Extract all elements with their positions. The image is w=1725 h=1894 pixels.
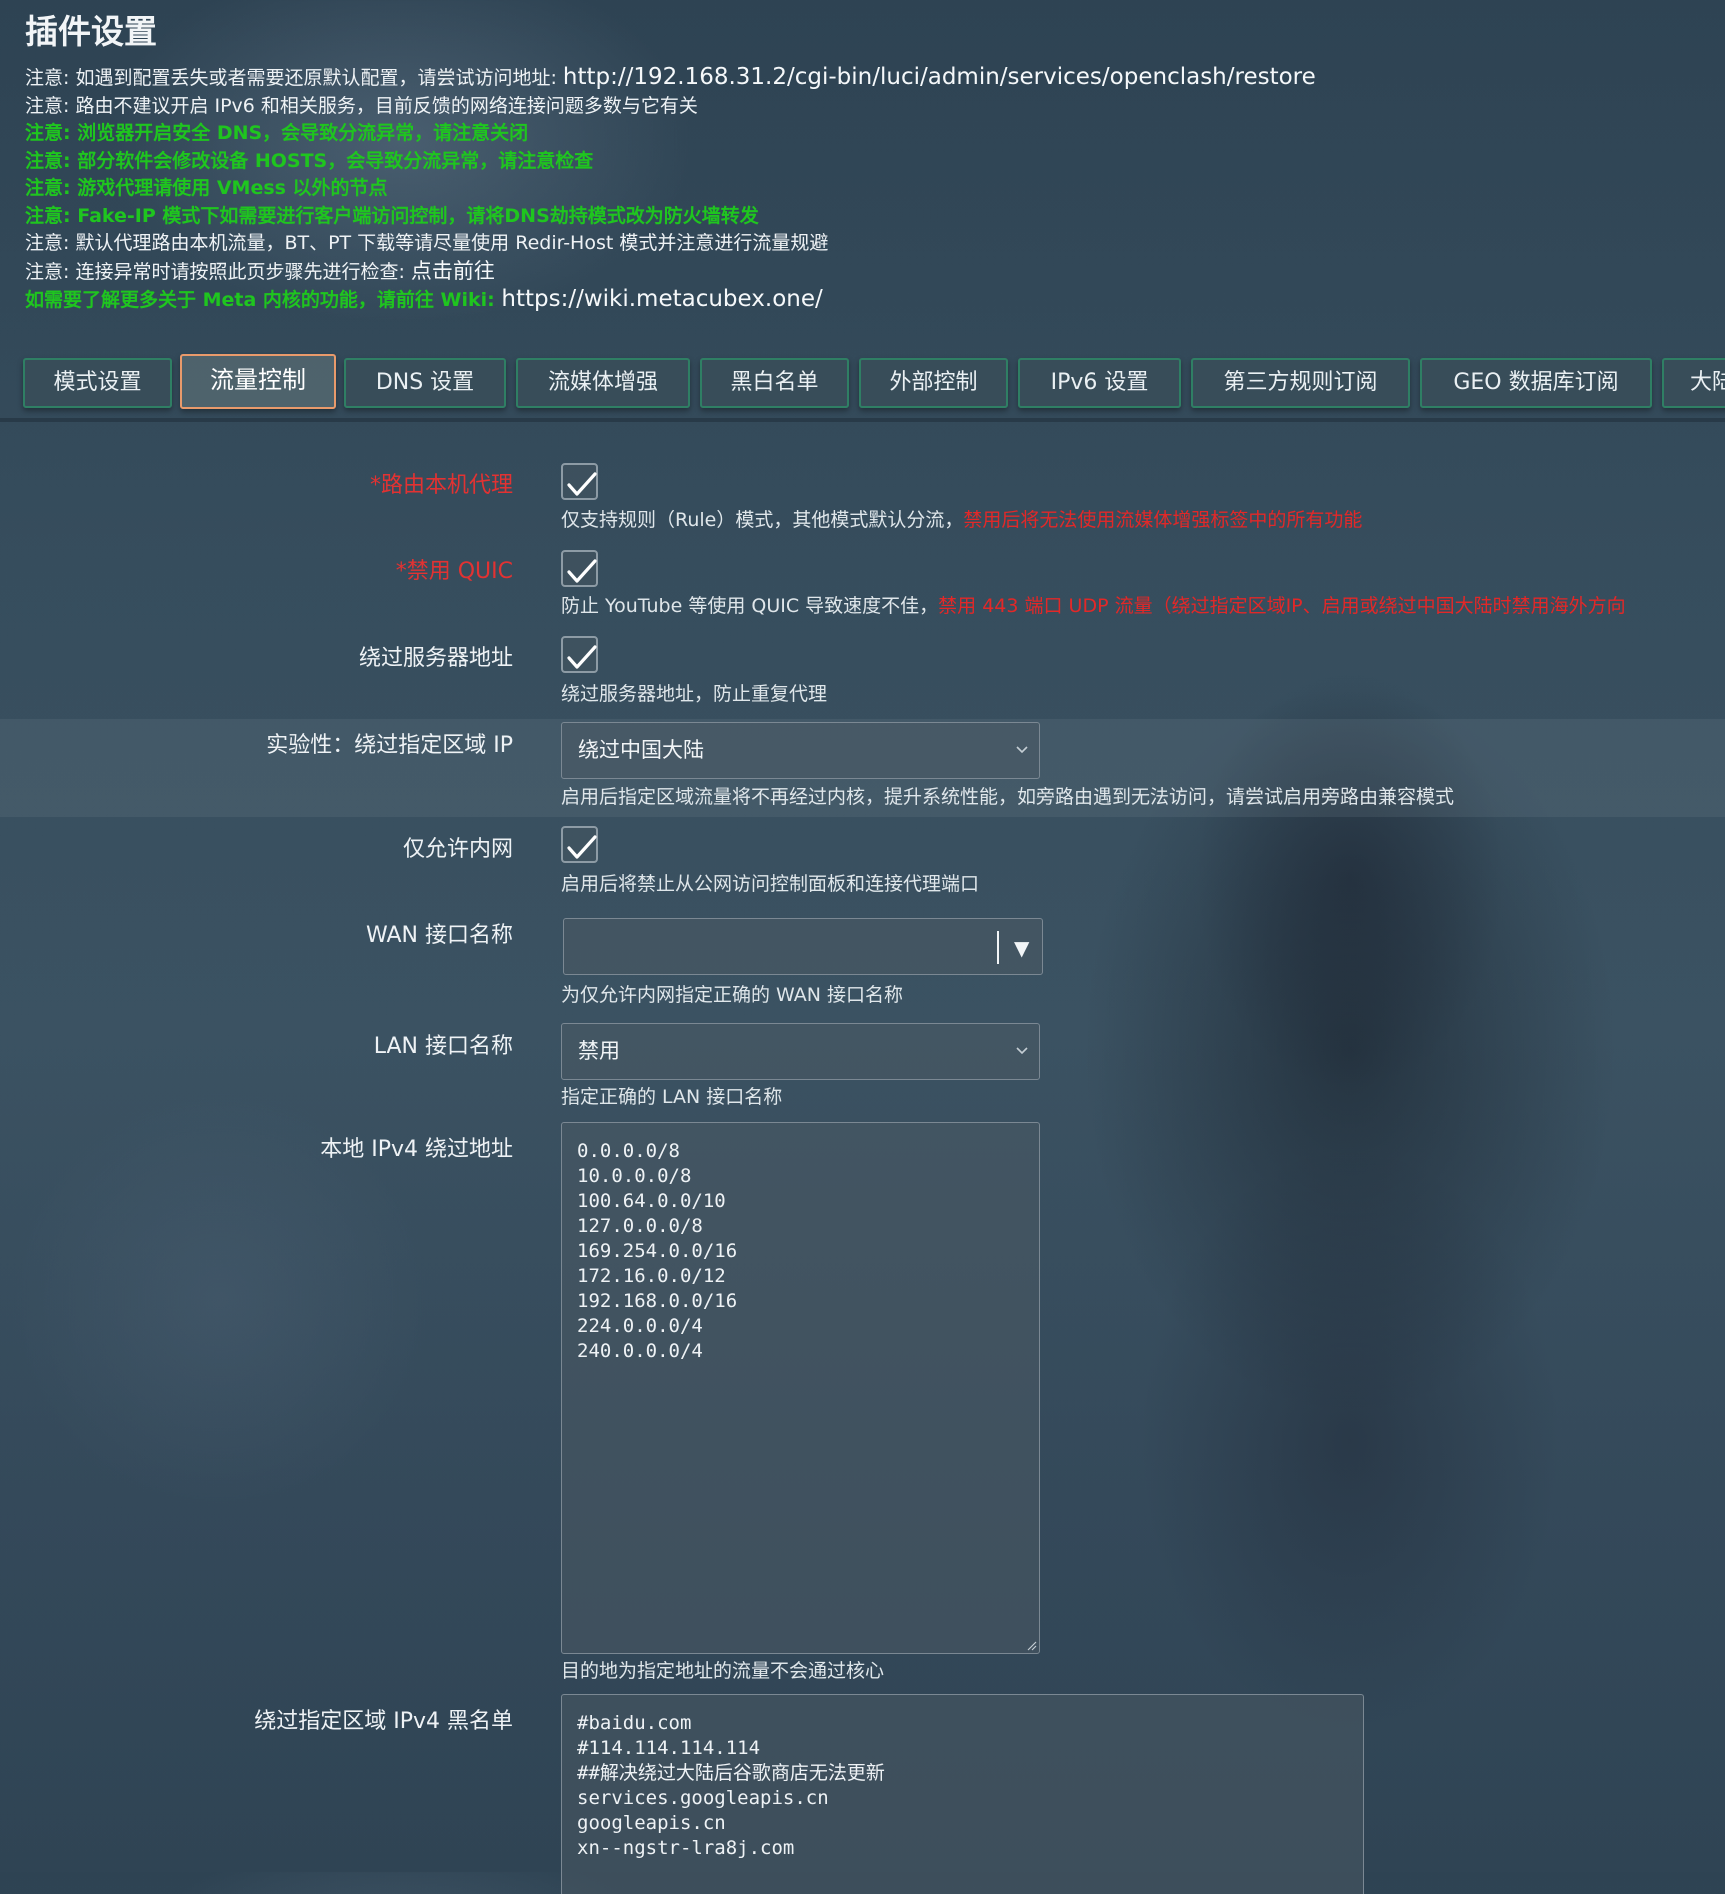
lan-iface-value: 禁用 — [578, 1039, 620, 1063]
bypass-server-addr-checkbox[interactable] — [561, 636, 598, 673]
region-ipv4-blacklist-label: 绕过指定区域 IPv4 黑名单 — [254, 1709, 513, 1734]
bypass-region-ip-value: 绕过中国大陆 — [578, 738, 704, 762]
tab-mode-settings[interactable]: 模式设置 — [23, 358, 172, 408]
tab-streaming-enhance[interactable]: 流媒体增强 — [516, 358, 690, 408]
resize-grip-icon[interactable] — [1025, 1639, 1037, 1651]
note-game-proxy: 注意: 游戏代理请使用 VMess 以外的节点 — [25, 177, 388, 199]
textarea-line: 127.0.0.0/8 — [577, 1215, 703, 1237]
note-restore-text: 注意: 如遇到配置丢失或者需要还原默认配置，请尝试访问地址: — [25, 67, 563, 89]
lan-only-label: 仅允许内网 — [402, 837, 513, 862]
textarea-line: services.googleapis.cn — [577, 1787, 829, 1809]
tab-bar: 模式设置 流量控制 DNS 设置 流媒体增强 黑白名单 外部控制 IPv6 设置… — [0, 352, 1725, 422]
lan-iface-label: LAN 接口名称 — [373, 1034, 513, 1059]
local-ipv4-bypass-desc: 目的地为指定地址的流量不会通过核心 — [561, 1660, 885, 1682]
disable-quic-label: *禁用 QUIC — [395, 559, 513, 584]
textarea-line: 224.0.0.0/4 — [577, 1315, 703, 1337]
wan-iface-combobox[interactable]: ▼ — [563, 918, 1043, 975]
tab-black-white-list[interactable]: 黑白名单 — [700, 358, 849, 408]
note-hosts: 注意: 部分软件会修改设备 HOSTS，会导致分流异常，请注意检查 — [25, 149, 594, 172]
textarea-line: 169.254.0.0/16 — [577, 1240, 738, 1262]
dropdown-arrow-icon[interactable]: ▼ — [1014, 938, 1029, 958]
note-default-proxy: 注意: 默认代理路由本机流量，BT、PT 下载等请尽量使用 Redir-Host… — [25, 232, 829, 254]
tab-geo-database[interactable]: GEO 数据库订阅 — [1420, 358, 1652, 408]
textarea-line: 0.0.0.0/8 — [577, 1140, 680, 1162]
checkmark-icon — [567, 645, 597, 669]
tab-dns-settings[interactable]: DNS 设置 — [344, 358, 506, 408]
textarea-line: 240.0.0.0/4 — [577, 1340, 703, 1362]
router-self-proxy-checkbox[interactable] — [561, 463, 598, 500]
router-self-proxy-label: *路由本机代理 — [369, 473, 513, 498]
textarea-line: ##解决绕过大陆后谷歌商店无法更新 — [577, 1762, 885, 1784]
router-self-proxy-desc-text: 仅支持规则（Rule）模式，其他模式默认分流， — [561, 509, 964, 531]
note-ipv6: 注意: 路由不建议开启 IPv6 和相关服务，目前反馈的网络连接问题多数与它有关 — [25, 94, 698, 117]
lan-only-checkbox[interactable] — [561, 826, 598, 863]
combo-divider — [997, 931, 999, 964]
lan-iface-select[interactable]: 禁用 — [561, 1023, 1040, 1080]
note-restore: 注意: 如遇到配置丢失或者需要还原默认配置，请尝试访问地址: http://19… — [25, 64, 1705, 93]
wiki-url[interactable]: https://wiki.metacubex.one/ — [501, 286, 822, 312]
bypass-server-addr-label: 绕过服务器地址 — [358, 646, 513, 671]
local-ipv4-bypass-label: 本地 IPv4 绕过地址 — [320, 1137, 513, 1162]
chevron-down-icon — [1016, 1047, 1028, 1055]
tab-traffic-control[interactable]: 流量控制 — [180, 354, 336, 409]
tab-mainland[interactable]: 大陆 — [1662, 358, 1725, 408]
disable-quic-checkbox[interactable] — [561, 550, 598, 587]
textarea-line: xn--ngstr-lra8j.com — [577, 1837, 795, 1859]
note-connection-text: 注意: 连接异常时请按照此页步骤先进行检查: — [25, 260, 411, 283]
click-to-go-link[interactable]: 点击前往 — [411, 259, 495, 283]
notes-section: 注意: 如遇到配置丢失或者需要还原默认配置，请尝试访问地址: http://19… — [25, 64, 1705, 315]
wan-iface-desc: 为仅允许内网指定正确的 WAN 接口名称 — [561, 984, 904, 1006]
textarea-line: 172.16.0.0/12 — [577, 1265, 726, 1287]
restore-url[interactable]: http://192.168.31.2/cgi-bin/luci/admin/s… — [563, 64, 1316, 90]
textarea-line: 192.168.0.0/16 — [577, 1290, 738, 1312]
textarea-line: googleapis.cn — [577, 1812, 726, 1834]
note-secure-dns: 注意: 浏览器开启安全 DNS，会导致分流异常，请注意关闭 — [25, 122, 529, 144]
chevron-down-icon — [1016, 746, 1028, 754]
note-meta-wiki-text: 如需要了解更多关于 Meta 内核的功能，请前往 Wiki: — [25, 289, 502, 311]
router-self-proxy-warning: 禁用后将无法使用流媒体增强标签中的所有功能 — [963, 509, 1363, 531]
textarea-line: 10.0.0.0/8 — [577, 1165, 692, 1187]
checkmark-icon — [567, 835, 597, 859]
tab-external-control[interactable]: 外部控制 — [859, 358, 1008, 408]
textarea-line: #114.114.114.114 — [577, 1737, 761, 1759]
checkmark-icon — [567, 472, 597, 496]
disable-quic-desc: 防止 YouTube 等使用 QUIC 导致速度不佳，禁用 443 端口 UDP… — [561, 591, 1626, 618]
note-fake-ip: 注意: Fake-IP 模式下如需要进行客户端访问控制，请将DNS劫持模式改为防… — [25, 204, 759, 227]
bypass-region-ip-desc: 启用后指定区域流量将不再经过内核，提升系统性能，如旁路由遇到无法访问，请尝试启用… — [561, 786, 1455, 808]
local-ipv4-bypass-textarea[interactable]: 0.0.0.0/8 10.0.0.0/8 100.64.0.0/10 127.0… — [561, 1122, 1040, 1654]
background-illustration — [1020, 640, 1680, 1860]
lan-iface-desc: 指定正确的 LAN 接口名称 — [561, 1086, 783, 1108]
textarea-line: #baidu.com — [577, 1712, 692, 1734]
disable-quic-warning: 禁用 443 端口 UDP 流量（绕过指定区域IP、启用或绕过中国大陆时禁用海外… — [938, 595, 1626, 617]
bypass-server-addr-desc: 绕过服务器地址，防止重复代理 — [561, 683, 828, 705]
region-ipv4-blacklist-textarea[interactable]: #baidu.com #114.114.114.114 ##解决绕过大陆后谷歌商… — [561, 1694, 1364, 1894]
tab-third-party-rules[interactable]: 第三方规则订阅 — [1191, 358, 1410, 408]
bypass-region-ip-label: 实验性：绕过指定区域 IP — [266, 733, 513, 758]
disable-quic-desc-text: 防止 YouTube 等使用 QUIC 导致速度不佳， — [561, 595, 939, 617]
textarea-line: 100.64.0.0/10 — [577, 1190, 726, 1212]
bypass-region-ip-select[interactable]: 绕过中国大陆 — [561, 722, 1040, 779]
router-self-proxy-desc: 仅支持规则（Rule）模式，其他模式默认分流，禁用后将无法使用流媒体增强标签中的… — [561, 505, 1362, 532]
tab-ipv6-settings[interactable]: IPv6 设置 — [1018, 358, 1181, 408]
checkmark-icon — [567, 559, 597, 583]
lan-only-desc: 启用后将禁止从公网访问控制面板和连接代理端口 — [561, 873, 980, 895]
note-connection-check: 注意: 连接异常时请按照此页步骤先进行检查: 点击前往 — [25, 258, 1705, 287]
wan-iface-label: WAN 接口名称 — [365, 923, 513, 948]
note-meta-wiki: 如需要了解更多关于 Meta 内核的功能，请前往 Wiki: https://w… — [25, 286, 1705, 315]
page-title: 插件设置 — [25, 12, 157, 51]
